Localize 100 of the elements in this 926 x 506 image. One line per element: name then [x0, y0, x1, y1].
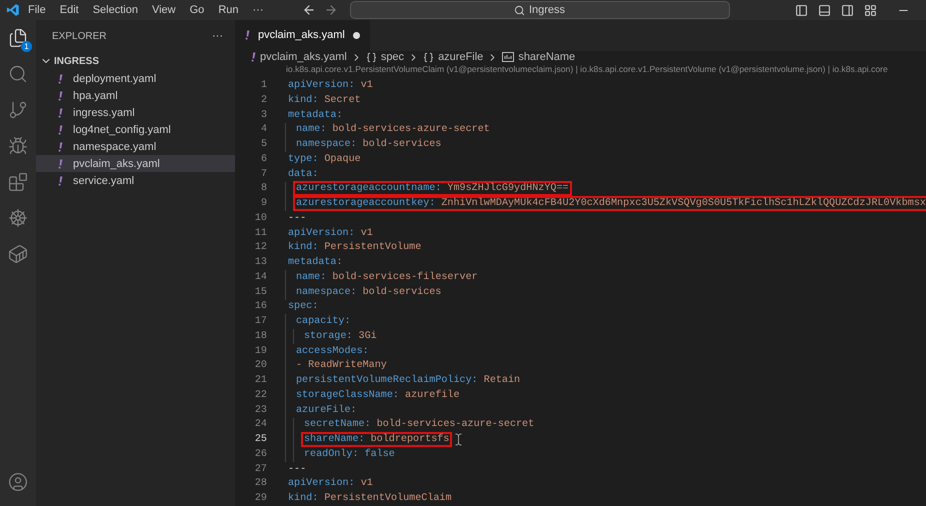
line-number: 16 [254, 301, 268, 312]
menu-item[interactable]: Go [184, 4, 210, 16]
yaml-value: PersistentVolume [324, 242, 422, 254]
panel-left-icon[interactable] [795, 4, 808, 16]
line-number: 18 [254, 330, 268, 342]
yaml-file-icon [58, 124, 63, 134]
yaml-value: bold-services [362, 139, 442, 150]
yaml-key: azurestorageaccountkey: [296, 198, 436, 210]
yaml-value: ZnhiVnlwMDAyMUk4cFB4U2Y0cXd6Mnpxc3U5ZkVSQVg0S0U5TkFiclhSc1hLZklQQUZCdzJRL0Vkbmsx [441, 198, 926, 210]
menu-item[interactable]: View [146, 4, 182, 16]
menu-item[interactable]: Selection [86, 4, 144, 16]
line-number: 20 [254, 360, 268, 372]
line-number: 7 [260, 168, 268, 180]
editor-tab[interactable]: pvclaim_aks.yaml [235, 20, 370, 51]
explorer-entry[interactable]: log4net_config.yaml [36, 121, 235, 138]
line-number: 15 [254, 286, 268, 298]
yaml-key: secretName: [304, 419, 371, 430]
yaml-key: accessModes: [296, 346, 369, 357]
line-number: 25 [254, 434, 268, 446]
search-icon[interactable] [8, 64, 28, 84]
notification-badge: 1 [21, 41, 32, 52]
breadcrumb-item[interactable]: shareName [518, 51, 576, 64]
yaml-key: persistentVolumeReclaimPolicy: [296, 375, 478, 386]
yaml-value: bold-services-azure-secret [376, 419, 534, 430]
menu-item[interactable]: Run [212, 4, 244, 16]
line-number: 28 [254, 478, 268, 490]
line-number: 27 [254, 464, 268, 475]
yaml-value: v1 [360, 228, 373, 239]
line-number: 4 [260, 124, 268, 136]
yaml-key: kind: [288, 94, 318, 106]
menu-item[interactable]: Edit [54, 4, 85, 16]
braces-icon [366, 52, 377, 63]
yaml-value: Ym9sZHJlcG9ydHNzYQ== [447, 183, 569, 194]
yaml-value: 3Gi [358, 330, 377, 342]
schema-info-text: io.k8s.api.core.v1.PersistentVolumeClaim (v1@persistentvolumeclaim.json) | io.k8s.api.core.v1.PersistentVolume (v1@persistentvolume.json) | io.k8s.api.core [285, 64, 889, 76]
ship-wheel-icon[interactable] [8, 208, 28, 228]
yaml-value: PersistentVolumeClaim [324, 493, 452, 504]
more-actions-button[interactable]: ··· [212, 30, 223, 42]
explorer-entry[interactable]: service.yaml [36, 172, 235, 189]
yaml-value: v1 [360, 80, 373, 92]
yaml-value: azurefile [405, 390, 460, 401]
line-number: 22 [254, 390, 268, 401]
menu-item[interactable]: ··· [246, 4, 270, 16]
yaml-file-icon [58, 108, 63, 118]
explorer-entry[interactable]: ingress.yaml [36, 104, 235, 121]
panel-bottom-icon[interactable] [818, 4, 831, 16]
yaml-key: apiVersion: [288, 80, 355, 92]
layout-grid-icon[interactable] [864, 4, 877, 16]
yaml-value: false [364, 448, 395, 460]
yaml-file-icon [58, 158, 63, 168]
yaml-key: apiVersion: [288, 478, 355, 490]
yaml-value: bold-services [362, 286, 442, 298]
yaml-value: bold-services-fileserver [332, 272, 478, 283]
explorer-entry[interactable]: pvclaim_aks.yaml [36, 155, 235, 172]
breadcrumb-item[interactable]: azureFile [438, 51, 484, 64]
explorer-entry[interactable]: deployment.yaml [36, 70, 235, 87]
sidebar-title: EXPLORER [52, 30, 106, 42]
breadcrumb-item[interactable]: pvclaim_aks.yaml [260, 51, 347, 64]
yaml-value: boldreportsfs [370, 434, 450, 446]
yaml-key: data: [288, 168, 318, 180]
string-symbol-icon [502, 52, 514, 62]
line-number: 10 [254, 212, 268, 224]
yaml-key: shareName: [304, 434, 365, 446]
app-logo-icon [6, 3, 20, 17]
yaml-key: namespace: [296, 286, 357, 298]
panel-right-icon[interactable] [841, 4, 854, 16]
yaml-key: azurestorageaccountname: [296, 183, 442, 194]
menu-item[interactable]: File [22, 4, 52, 16]
yaml-key: azureFile: [296, 404, 357, 416]
explorer-entry[interactable]: namespace.yaml [36, 138, 235, 155]
line-number: 11 [254, 228, 268, 239]
yaml-file-icon [251, 52, 256, 62]
line-number: 14 [254, 272, 268, 283]
yaml-key: name: [296, 272, 326, 283]
line-number: 12 [254, 242, 268, 254]
line-number: 24 [254, 419, 268, 430]
account-icon[interactable] [8, 472, 28, 492]
explorer-entry[interactable]: hpa.yaml [36, 87, 235, 104]
document-separator: --- [288, 212, 306, 224]
yaml-key: capacity: [296, 316, 351, 328]
line-number: 1 [260, 80, 268, 92]
folder-item[interactable]: INGRESS [36, 52, 235, 70]
yaml-key: readOnly: [304, 448, 359, 460]
line-number: 26 [254, 448, 268, 460]
breadcrumb-item[interactable]: spec [380, 51, 404, 64]
list-item-value: - ReadWriteMany [296, 360, 387, 372]
yaml-key: storageClassName: [296, 390, 399, 401]
yaml-file-icon [58, 74, 63, 84]
yaml-key: spec: [288, 301, 318, 312]
source-control-icon[interactable] [8, 100, 28, 120]
line-number: 13 [254, 257, 268, 268]
yaml-file-icon [58, 90, 63, 100]
container-icon[interactable] [8, 244, 28, 264]
line-number: 8 [260, 183, 268, 194]
run-debug-icon[interactable] [8, 136, 28, 156]
yaml-file-icon [58, 142, 63, 152]
yaml-key: apiVersion: [288, 228, 355, 239]
extensions-icon[interactable] [8, 172, 28, 192]
command-search-field[interactable]: Ingress [350, 1, 730, 19]
document-separator: --- [288, 464, 306, 475]
